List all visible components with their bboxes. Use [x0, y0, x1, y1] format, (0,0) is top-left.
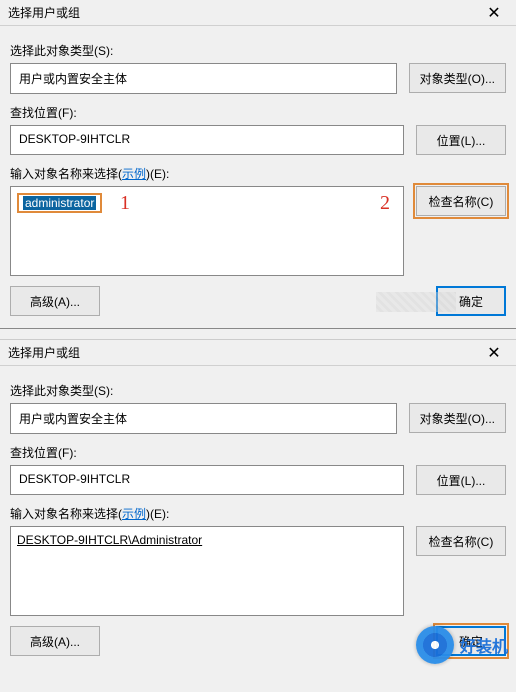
annotation-box-1: administrator: [17, 193, 102, 213]
select-user-dialog-2: 选择用户或组 ✕ 选择此对象类型(S): 用户或内置安全主体 对象类型(O)..…: [0, 339, 516, 668]
dialog-title: 选择用户或组: [8, 344, 80, 361]
example-link[interactable]: 示例: [122, 167, 146, 181]
advanced-button[interactable]: 高级(A)...: [10, 626, 100, 656]
watermark: 好装机: [416, 626, 508, 664]
watermark-eye-icon: [416, 626, 454, 664]
check-names-button[interactable]: 检查名称(C): [416, 186, 506, 216]
object-names-value: DESKTOP-9IHTCLR\Administrator: [17, 533, 202, 547]
object-type-field[interactable]: 用户或内置安全主体: [10, 403, 397, 434]
names-label-prefix: 输入对象名称来选择(: [10, 167, 122, 181]
watermark-text: 好装机: [460, 633, 508, 657]
object-types-button[interactable]: 对象类型(O)...: [409, 403, 506, 433]
object-type-label: 选择此对象类型(S):: [10, 42, 506, 59]
object-type-field[interactable]: 用户或内置安全主体: [10, 63, 397, 94]
locations-button[interactable]: 位置(L)...: [416, 465, 506, 495]
select-user-dialog-1: 选择用户或组 ✕ 选择此对象类型(S): 用户或内置安全主体 对象类型(O)..…: [0, 0, 516, 329]
names-label-prefix: 输入对象名称来选择(: [10, 507, 122, 521]
object-types-button[interactable]: 对象类型(O)...: [409, 63, 506, 93]
titlebar: 选择用户或组 ✕: [0, 0, 516, 26]
location-label: 查找位置(F):: [10, 444, 506, 461]
object-names-input[interactable]: DESKTOP-9IHTCLR\Administrator: [10, 526, 404, 616]
background-noise: [376, 292, 456, 312]
object-names-label: 输入对象名称来选择(示例)(E):: [10, 165, 506, 182]
check-names-button[interactable]: 检查名称(C): [416, 526, 506, 556]
advanced-button[interactable]: 高级(A)...: [10, 286, 100, 316]
object-names-label: 输入对象名称来选择(示例)(E):: [10, 505, 506, 522]
dialog-title: 选择用户或组: [8, 4, 80, 21]
location-label: 查找位置(F):: [10, 104, 506, 121]
close-icon[interactable]: ✕: [480, 343, 508, 363]
location-field[interactable]: DESKTOP-9IHTCLR: [10, 125, 404, 155]
names-label-suffix: )(E):: [146, 507, 169, 521]
locations-button[interactable]: 位置(L)...: [416, 125, 506, 155]
example-link[interactable]: 示例: [122, 507, 146, 521]
names-label-suffix: )(E):: [146, 167, 169, 181]
object-type-label: 选择此对象类型(S):: [10, 382, 506, 399]
object-names-value: administrator: [23, 196, 96, 210]
close-icon[interactable]: ✕: [480, 3, 508, 23]
titlebar: 选择用户或组 ✕: [0, 340, 516, 366]
object-names-input[interactable]: administrator: [10, 186, 404, 276]
location-field[interactable]: DESKTOP-9IHTCLR: [10, 465, 404, 495]
